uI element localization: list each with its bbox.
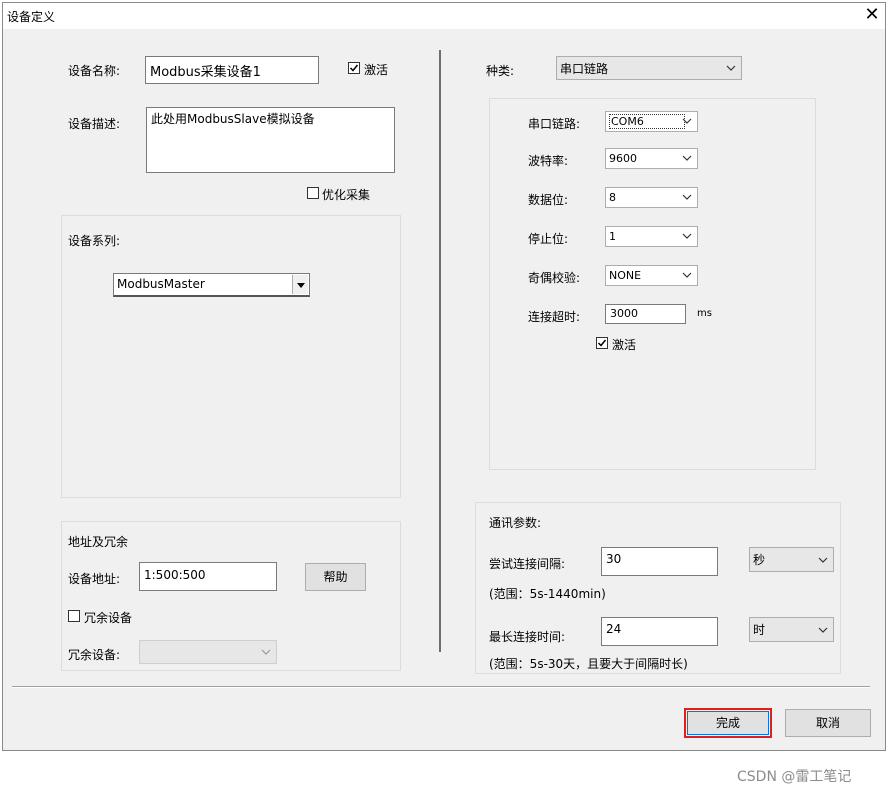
serial-port-value: COM6 (609, 114, 685, 129)
max-conn-unit-value: 时 (753, 623, 766, 637)
retry-interval-label: 尝试连接间隔: (489, 557, 566, 571)
stop-bits-select[interactable]: 1 (605, 226, 698, 247)
stop-bits-label: 停止位: (528, 232, 569, 246)
series-label: 设备系列: (68, 234, 121, 248)
chevron-down-icon (682, 116, 692, 126)
help-button[interactable]: 帮助 (305, 563, 366, 591)
chevron-down-icon (682, 192, 692, 202)
parity-select[interactable]: NONE (605, 265, 698, 286)
serial-port-label: 串口链路: (528, 117, 581, 131)
timeout-input[interactable]: 3000 (605, 304, 686, 324)
retry-range-text: (范围：5s-1440min) (489, 587, 606, 601)
series-select[interactable]: ModbusMaster (113, 273, 310, 297)
watermark-text: CSDN @雷工笔记 (737, 769, 852, 785)
kind-label: 种类: (486, 64, 515, 78)
data-bits-select[interactable]: 8 (605, 187, 698, 208)
max-conn-unit-select[interactable]: 时 (749, 617, 834, 642)
redundant-device-select[interactable] (139, 640, 277, 664)
serial-activate-label: 激活 (612, 338, 637, 352)
parity-label: 奇偶校验: (528, 271, 581, 285)
kind-select-value: 串口链路 (560, 62, 609, 76)
dropdown-arrow-icon (297, 283, 305, 288)
check-icon (597, 339, 607, 347)
device-name-label: 设备名称: (68, 64, 121, 78)
timeout-unit: ms (697, 308, 712, 319)
device-name-input[interactable]: Modbus采集设备1 (145, 56, 319, 84)
activate-label: 激活 (364, 63, 389, 77)
optimize-checkbox[interactable] (307, 187, 319, 199)
cancel-button[interactable]: 取消 (785, 709, 871, 737)
data-bits-value: 8 (609, 191, 616, 204)
chevron-down-icon (726, 63, 736, 73)
series-select-value: ModbusMaster (117, 277, 205, 291)
baud-rate-select[interactable]: 9600 (605, 148, 698, 169)
timeout-label: 连接超时: (528, 310, 581, 324)
stop-bits-value: 1 (609, 230, 616, 243)
chevron-down-icon (682, 153, 692, 163)
max-conn-label: 最长连接时间: (489, 630, 566, 644)
parity-value: NONE (609, 269, 642, 282)
max-conn-input[interactable]: 24 (601, 617, 718, 646)
vertical-separator (439, 50, 441, 652)
chevron-down-icon (261, 647, 271, 657)
chevron-down-icon (682, 231, 692, 241)
close-icon[interactable]: ✕ (861, 4, 883, 26)
title-bar: 设备定义 ✕ (3, 3, 885, 29)
serial-port-select[interactable]: COM6 (605, 111, 698, 132)
addr-group-label: 地址及冗余 (68, 535, 129, 549)
finish-button[interactable]: 完成 (687, 711, 769, 735)
data-bits-label: 数据位: (528, 193, 569, 207)
series-dropdown-button[interactable] (292, 275, 308, 294)
device-desc-label: 设备描述: (68, 117, 121, 131)
check-icon (349, 64, 359, 72)
max-conn-range-text: (范围：5s-30天，且要大于间隔时长) (489, 657, 688, 671)
chevron-down-icon (682, 270, 692, 280)
retry-unit-select[interactable]: 秒 (749, 547, 834, 572)
device-desc-textarea[interactable]: 此处用ModbusSlave模拟设备 (146, 107, 395, 173)
retry-unit-value: 秒 (753, 553, 766, 567)
window-title: 设备定义 (7, 10, 56, 24)
baud-rate-value: 9600 (609, 152, 637, 165)
redundant-device-checkbox[interactable] (68, 610, 80, 622)
activate-checkbox[interactable] (348, 62, 360, 74)
device-address-label: 设备地址: (68, 572, 121, 586)
baud-rate-label: 波特率: (528, 154, 569, 168)
redundant-device-label: 冗余设备: (68, 648, 121, 662)
chevron-down-icon (818, 555, 828, 565)
device-address-input[interactable]: 1:500:500 (139, 562, 277, 591)
kind-select[interactable]: 串口链路 (556, 56, 742, 80)
optimize-label: 优化采集 (322, 188, 371, 202)
retry-interval-input[interactable]: 30 (601, 547, 718, 576)
redundant-check-label: 冗余设备 (84, 611, 133, 625)
chevron-down-icon (818, 625, 828, 635)
footer-separator-highlight (12, 687, 870, 688)
comm-group-label: 通讯参数: (489, 516, 542, 530)
device-series-group (61, 215, 401, 498)
serial-activate-checkbox[interactable] (596, 337, 608, 349)
